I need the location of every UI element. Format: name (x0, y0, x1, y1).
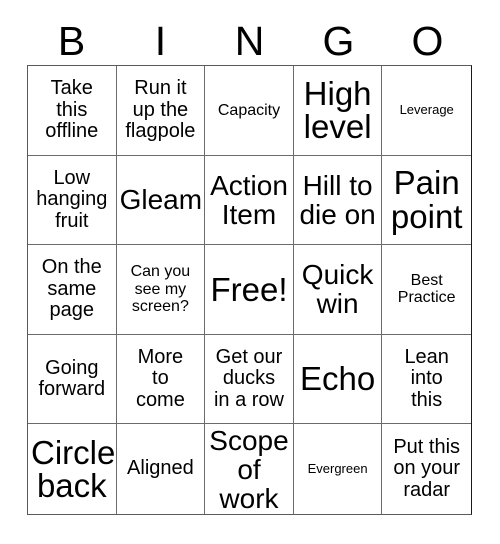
bingo-cell-label: Get our ducks in a row (213, 345, 284, 411)
bingo-cell-label: Scope of work (209, 424, 289, 514)
bingo-cell-b5[interactable]: Circle back (28, 424, 117, 514)
bingo-cell-free-space[interactable]: Free! (205, 245, 294, 335)
bingo-cell-b3[interactable]: On the same page (28, 245, 117, 335)
bingo-cell-label: More to come (135, 345, 185, 411)
bingo-cell-o4[interactable]: Lean into this (382, 334, 471, 425)
bingo-cell-label: Gleam (119, 184, 203, 216)
bingo-cell-label: Low hanging fruit (36, 166, 108, 232)
bingo-cell-n2[interactable]: Action Item (205, 155, 294, 246)
bingo-cell-label: On the same page (41, 256, 102, 322)
bingo-cell-label: Hill to die on (299, 169, 376, 230)
bingo-header-row: B I N G O (27, 18, 472, 65)
bingo-cell-n5[interactable]: Scope of work (205, 424, 294, 514)
bingo-cell-label: Run it up the flagpole (125, 76, 196, 143)
bingo-card: B I N G O Take this offline Run it up th… (0, 0, 500, 544)
bingo-cell-label: Echo (299, 360, 376, 398)
bingo-cell-o2[interactable]: Pain point (382, 155, 471, 246)
bingo-cell-i3[interactable]: Can you see my screen? (116, 245, 206, 335)
bingo-cell-label: Quick win (301, 259, 374, 320)
bingo-cell-label: Capacity (217, 101, 281, 119)
bingo-cell-label: Evergreen (307, 460, 368, 476)
bingo-cell-g1[interactable]: High level (293, 66, 383, 156)
bingo-cell-label: Pain point (390, 164, 463, 235)
bingo-header-letter-g: G (322, 18, 355, 64)
bingo-grid: Take this offline Run it up the flagpole… (27, 65, 472, 515)
bingo-cell-o1[interactable]: Leverage (382, 66, 471, 156)
bingo-header-letter-o: O (411, 18, 444, 64)
bingo-cell-b2[interactable]: Low hanging fruit (28, 155, 117, 246)
bingo-cell-g2[interactable]: Hill to die on (293, 155, 383, 246)
bingo-cell-o3[interactable]: Best Practice (382, 245, 471, 335)
bingo-cell-g4[interactable]: Echo (293, 334, 383, 425)
bingo-cell-b1[interactable]: Take this offline (28, 66, 117, 156)
bingo-cell-i4[interactable]: More to come (116, 334, 206, 425)
bingo-cell-n1[interactable]: Capacity (205, 66, 294, 156)
bingo-cell-label: Put this on your radar (393, 435, 461, 501)
bingo-cell-label: Going forward (38, 356, 106, 401)
bingo-cell-label: Circle back (31, 433, 116, 505)
bingo-cell-label: Take this offline (45, 76, 99, 143)
bingo-header-letter-b: B (57, 18, 86, 64)
bingo-cell-label: High level (303, 74, 372, 146)
bingo-cell-n4[interactable]: Get our ducks in a row (205, 334, 294, 425)
bingo-cell-label: Can you see my screen? (130, 263, 191, 316)
bingo-cell-label: Lean into this (404, 345, 449, 411)
bingo-cell-i5[interactable]: Aligned (116, 424, 206, 514)
bingo-cell-label: Leverage (399, 102, 454, 118)
bingo-cell-i2[interactable]: Gleam (116, 155, 206, 246)
bingo-header-letter-n: N (234, 18, 265, 64)
bingo-cell-i1[interactable]: Run it up the flagpole (116, 66, 206, 156)
bingo-cell-label: Aligned (127, 457, 194, 480)
bingo-cell-g5[interactable]: Evergreen (293, 424, 383, 514)
bingo-cell-b4[interactable]: Going forward (28, 334, 117, 425)
bingo-cell-label: Action Item (210, 169, 288, 230)
bingo-header-letter-i: I (154, 18, 167, 64)
bingo-free-space-label: Free! (210, 270, 288, 308)
bingo-cell-g3[interactable]: Quick win (293, 245, 383, 335)
bingo-cell-o5[interactable]: Put this on your radar (382, 424, 471, 514)
bingo-cell-label: Best Practice (397, 271, 456, 307)
